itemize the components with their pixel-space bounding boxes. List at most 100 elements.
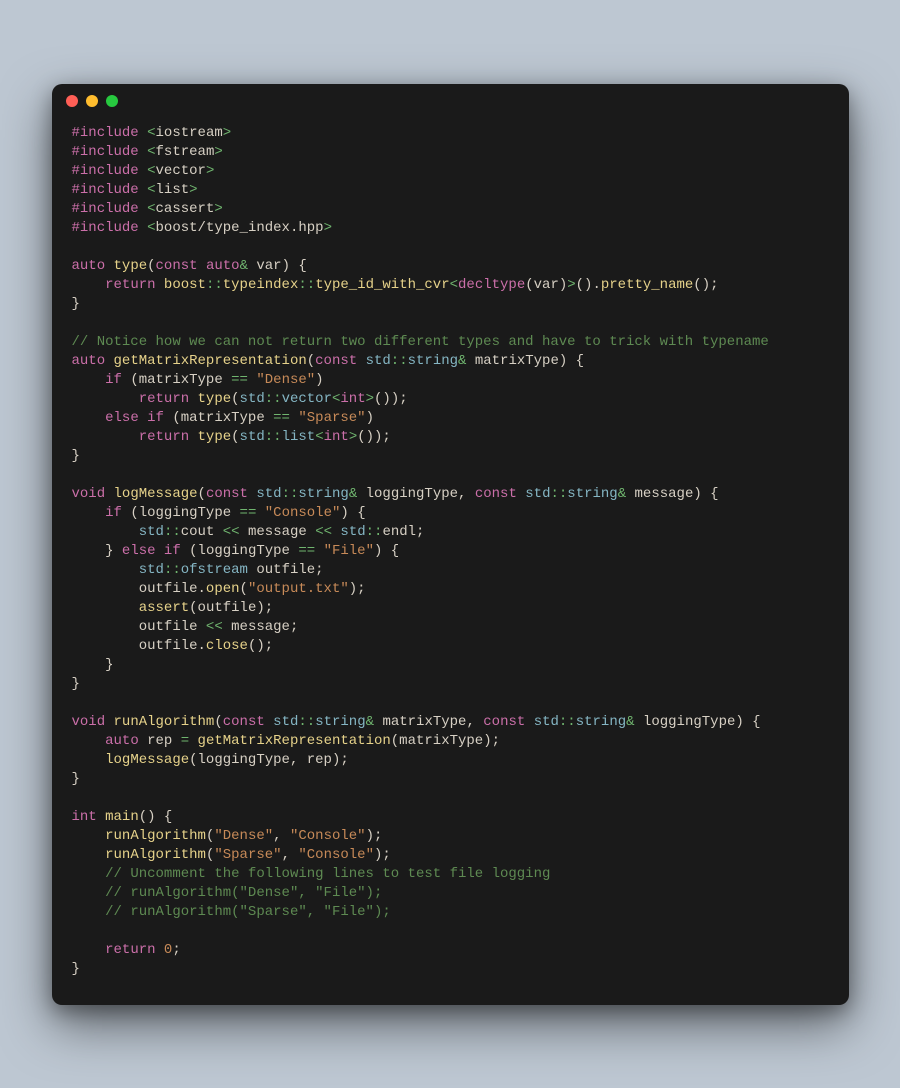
- token-id: () {: [139, 809, 173, 825]
- close-icon[interactable]: [66, 95, 78, 107]
- token-op: &: [240, 258, 257, 274]
- token-op: ::: [282, 486, 299, 502]
- token-op: ::: [559, 714, 576, 730]
- token-id: [72, 847, 106, 863]
- token-pp: #include: [72, 182, 148, 198]
- token-id: (loggingType: [122, 505, 240, 521]
- token-id: [72, 505, 106, 521]
- token-id: ): [366, 410, 374, 426]
- token-id: [72, 885, 106, 901]
- token-id: (outfile);: [189, 600, 273, 616]
- code-block: #include <iostream>#include <fstream>#in…: [52, 118, 849, 1005]
- token-str: "Console": [298, 847, 374, 863]
- token-kw: int: [340, 391, 365, 407]
- token-id: [72, 752, 106, 768]
- token-fn: type: [198, 429, 232, 445]
- token-id: matrixType) {: [475, 353, 584, 369]
- token-op: ::: [550, 486, 567, 502]
- token-op: ::: [164, 524, 181, 540]
- code-line: auto getMatrixRepresentation(const std::…: [72, 352, 829, 371]
- token-inc: vector: [156, 163, 206, 179]
- minimize-icon[interactable]: [86, 95, 98, 107]
- token-id: }: [72, 657, 114, 673]
- token-type: string: [576, 714, 626, 730]
- token-id: matrixType,: [382, 714, 483, 730]
- token-id: message: [248, 524, 315, 540]
- token-inc: cassert: [156, 201, 215, 217]
- code-line: #include <cassert>: [72, 200, 829, 219]
- code-line: return boost::typeindex::type_id_with_cv…: [72, 276, 829, 295]
- code-line: }: [72, 675, 829, 694]
- token-type: std: [340, 524, 365, 540]
- token-type: std: [366, 353, 391, 369]
- token-op: <: [147, 220, 155, 236]
- token-kw: const: [315, 353, 365, 369]
- code-line: [72, 694, 829, 713]
- code-line: logMessage(loggingType, rep);: [72, 751, 829, 770]
- token-str: "Dense": [214, 828, 273, 844]
- code-line: void runAlgorithm(const std::string& mat…: [72, 713, 829, 732]
- token-kw: auto: [105, 733, 139, 749]
- token-inc: list: [156, 182, 190, 198]
- token-kw: void: [72, 486, 114, 502]
- zoom-icon[interactable]: [106, 95, 118, 107]
- token-id: );: [374, 847, 391, 863]
- token-type: std: [139, 562, 164, 578]
- token-id: rep: [139, 733, 181, 749]
- token-id: [72, 524, 139, 540]
- token-id: }: [72, 543, 122, 559]
- token-inc: iostream: [156, 125, 223, 141]
- code-line: outfile << message;: [72, 618, 829, 637]
- token-op: <: [147, 163, 155, 179]
- token-op: >: [223, 125, 231, 141]
- code-line: }: [72, 770, 829, 789]
- code-line: [72, 466, 829, 485]
- code-line: }: [72, 295, 829, 314]
- code-line: }: [72, 960, 829, 979]
- token-id: outfile.: [72, 581, 206, 597]
- token-cmt: // runAlgorithm("Dense", "File");: [105, 885, 382, 901]
- token-id: [72, 410, 106, 426]
- token-type: string: [298, 486, 348, 502]
- token-id: [72, 733, 106, 749]
- token-fn: logMessage: [105, 752, 189, 768]
- token-id: }: [72, 771, 80, 787]
- token-kw: auto: [72, 353, 114, 369]
- code-line: } else if (loggingType == "File") {: [72, 542, 829, 561]
- code-line: auto rep = getMatrixRepresentation(matri…: [72, 732, 829, 751]
- token-fn: type_id_with_cvr: [315, 277, 449, 293]
- token-id: );: [349, 581, 366, 597]
- token-kw: else if: [105, 410, 164, 426]
- token-id: }: [72, 961, 80, 977]
- token-id: (matrixType);: [391, 733, 500, 749]
- token-op: <: [147, 144, 155, 160]
- token-id: [72, 866, 106, 882]
- token-op: ::: [366, 524, 383, 540]
- token-ns: boost: [164, 277, 206, 293]
- token-id: (var): [525, 277, 567, 293]
- token-op: ==: [231, 372, 256, 388]
- token-fn: close: [206, 638, 248, 654]
- token-op: ::: [391, 353, 408, 369]
- code-line: #include <vector>: [72, 162, 829, 181]
- token-id: loggingType) {: [643, 714, 761, 730]
- token-op: &: [618, 486, 635, 502]
- token-id: }: [72, 296, 80, 312]
- code-line: // runAlgorithm("Dense", "File");: [72, 884, 829, 903]
- token-id: outfile.: [72, 638, 206, 654]
- token-fn: open: [206, 581, 240, 597]
- token-id: [72, 600, 139, 616]
- token-id: (loggingType, rep);: [189, 752, 349, 768]
- token-id: }: [72, 676, 80, 692]
- token-id: [72, 828, 106, 844]
- token-inc: boost/type_index.hpp: [156, 220, 324, 236]
- token-kw: return: [105, 942, 164, 958]
- token-op: ::: [206, 277, 223, 293]
- token-op: ::: [164, 562, 181, 578]
- token-id: [72, 277, 106, 293]
- code-line: outfile.open("output.txt");: [72, 580, 829, 599]
- token-type: std: [240, 429, 265, 445]
- token-str: "File": [324, 543, 374, 559]
- token-type: list: [282, 429, 316, 445]
- token-id: (loggingType: [181, 543, 299, 559]
